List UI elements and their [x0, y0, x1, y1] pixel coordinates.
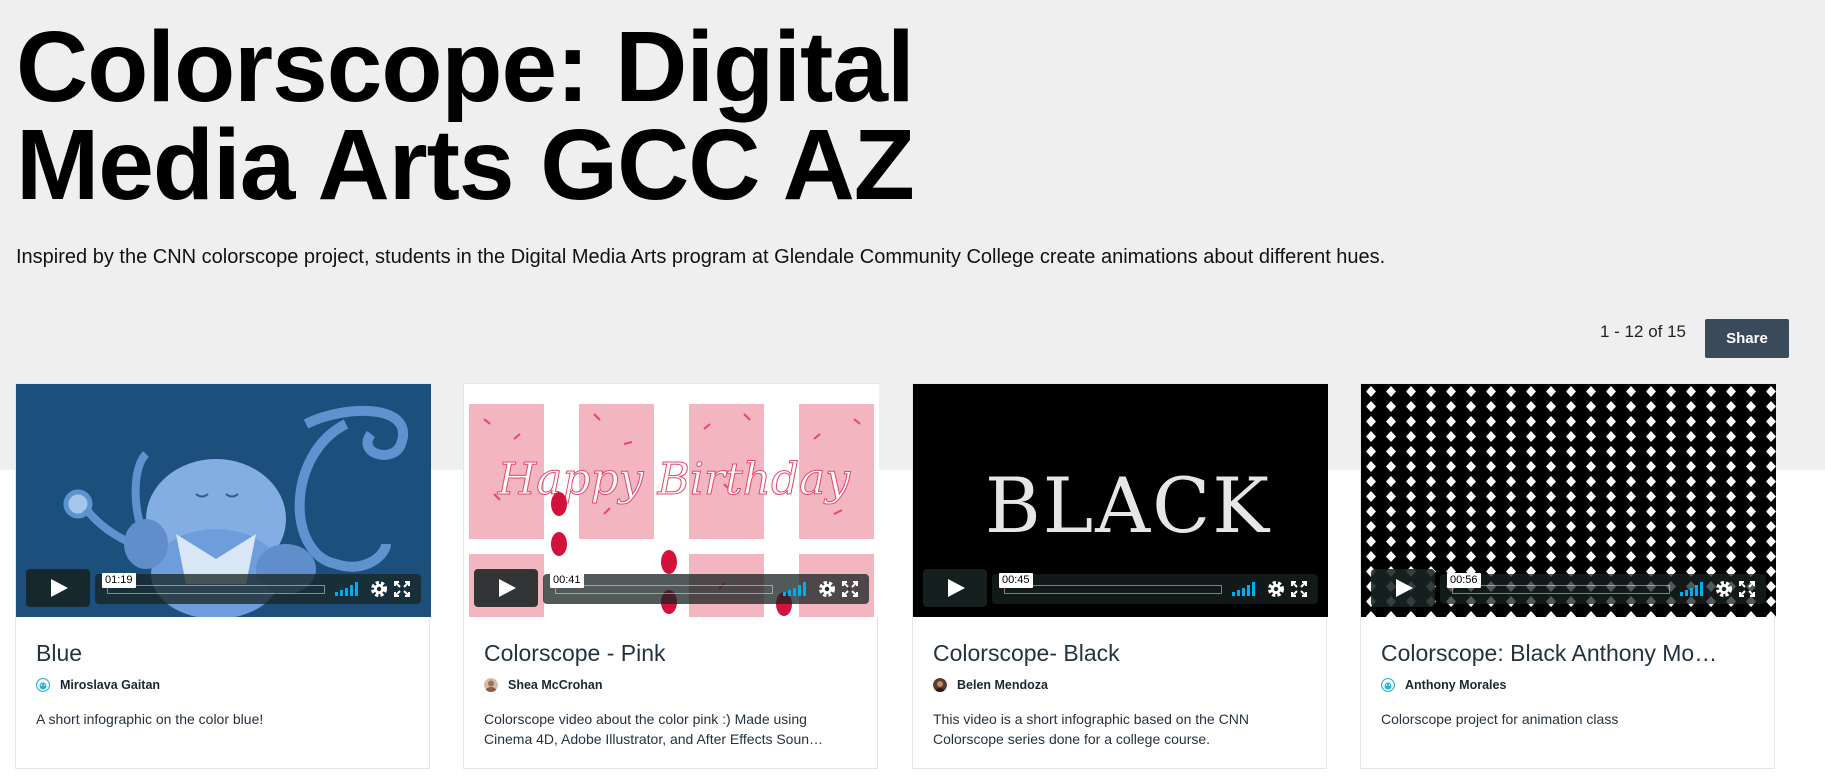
play-button[interactable]	[923, 569, 987, 607]
play-icon	[948, 579, 965, 597]
control-bar: 00:45	[992, 573, 1318, 604]
fullscreen-icon[interactable]	[1739, 581, 1755, 597]
control-bar: 00:41	[543, 573, 869, 604]
author: Shea McCrohan	[484, 678, 857, 692]
page-description: Inspired by the CNN colorscope project, …	[16, 246, 1386, 268]
author-name[interactable]: Belen Mendoza	[957, 678, 1048, 692]
duration-label: 00:56	[1447, 573, 1481, 588]
author: Anthony Morales	[1381, 678, 1754, 692]
video-controls: 01:19	[26, 569, 421, 607]
duration-label: 00:41	[550, 573, 584, 588]
progress-bar[interactable]: 00:41	[550, 573, 773, 594]
gear-icon[interactable]	[369, 579, 389, 599]
avatar[interactable]	[933, 678, 947, 692]
duration-label: 00:45	[999, 573, 1033, 588]
fullscreen-icon[interactable]	[842, 581, 858, 597]
video-controls: 00:45	[923, 569, 1318, 607]
video-card: BLACK 00:45 Colorscope- Black Belen Mend…	[912, 383, 1328, 769]
video-thumbnail[interactable]: Happy Birthday 00:41	[464, 384, 879, 617]
play-icon	[1396, 579, 1413, 597]
gear-icon[interactable]	[1266, 579, 1286, 599]
play-button[interactable]	[26, 569, 90, 607]
author: Miroslava Gaitan	[36, 678, 409, 692]
play-button[interactable]	[474, 569, 538, 607]
video-description: This video is a short infographic based …	[933, 711, 1249, 747]
volume-icon[interactable]	[1680, 582, 1704, 596]
video-title[interactable]: Colorscope - Pink	[484, 640, 857, 667]
control-bar: 00:56	[1440, 573, 1766, 604]
gear-icon[interactable]	[817, 579, 837, 599]
play-icon	[499, 579, 516, 597]
video-controls: 00:41	[474, 569, 869, 607]
video-thumbnail[interactable]: 00:56	[1361, 384, 1776, 617]
video-title[interactable]: Blue	[36, 640, 409, 667]
progress-bar[interactable]: 01:19	[102, 573, 325, 594]
video-title[interactable]: Colorscope- Black	[933, 640, 1306, 667]
share-button[interactable]: Share	[1705, 319, 1789, 358]
video-description: Colorscope video about the color pink :)…	[484, 711, 824, 747]
page-title: Colorscope: Digital Media Arts GCC AZ	[16, 11, 915, 221]
duration-label: 01:19	[102, 573, 136, 588]
author: Belen Mendoza	[933, 678, 1306, 692]
video-card: Happy Birthday 00:41 Colorscope - Pink S…	[463, 383, 879, 769]
control-bar: 01:19	[95, 573, 421, 604]
fullscreen-icon[interactable]	[1291, 581, 1307, 597]
thumbnail-text: Happy Birthday	[497, 454, 852, 505]
author-name[interactable]: Miroslava Gaitan	[60, 678, 160, 692]
video-description: A short infographic on the color blue!	[36, 711, 264, 727]
volume-icon[interactable]	[1232, 582, 1256, 596]
play-icon	[51, 579, 68, 597]
avatar[interactable]	[1381, 678, 1395, 692]
video-description: Colorscope project for animation class	[1381, 711, 1619, 727]
video-controls: 00:56	[1371, 569, 1766, 607]
avatar[interactable]	[484, 678, 498, 692]
progress-bar[interactable]: 00:56	[1447, 573, 1670, 594]
video-title[interactable]: Colorscope: Black Anthony Mo…	[1381, 640, 1754, 667]
pagination-count: 1 - 12 of 15	[1600, 322, 1687, 341]
video-thumbnail[interactable]: BLACK 00:45	[913, 384, 1328, 617]
avatar[interactable]	[36, 678, 50, 692]
progress-bar[interactable]: 00:45	[999, 573, 1222, 594]
video-card: 01:19 Blue Miroslava Gaitan A short info…	[15, 383, 431, 769]
play-button[interactable]	[1371, 569, 1435, 607]
author-name[interactable]: Shea McCrohan	[508, 678, 602, 692]
gear-icon[interactable]	[1714, 579, 1734, 599]
author-name[interactable]: Anthony Morales	[1405, 678, 1506, 692]
fullscreen-icon[interactable]	[394, 581, 410, 597]
video-thumbnail[interactable]: 01:19	[16, 384, 431, 617]
video-card: 00:56 Colorscope: Black Anthony Mo… Anth…	[1360, 383, 1776, 769]
volume-icon[interactable]	[783, 582, 807, 596]
volume-icon[interactable]	[335, 582, 359, 596]
thumbnail-text: BLACK	[985, 461, 1271, 550]
